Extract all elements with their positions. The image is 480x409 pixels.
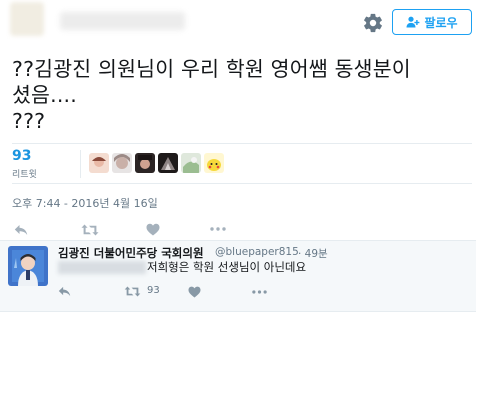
retweet-icon[interactable] (81, 224, 99, 236)
retweet-count[interactable]: 93 (12, 148, 31, 164)
reply-retweet-count[interactable]: 93 (147, 285, 160, 296)
retweeter-avatar[interactable] (158, 153, 178, 173)
reply-tweet[interactable]: 김광진 더불어민주당 국회의원 @bluepaper815 · 49분 저희형은… (0, 240, 476, 312)
more-icon[interactable] (252, 290, 267, 294)
author-name-redacted (60, 12, 185, 30)
follow-label: 팔로우 (424, 15, 458, 30)
empty-area (0, 312, 480, 409)
gear-icon[interactable] (362, 12, 384, 34)
reply-icon[interactable] (14, 224, 28, 236)
tweet-card: 팔로우 ??김광진 의원님이 우리 학원 영어쌤 동생분이 셨음.... ???… (0, 0, 480, 312)
follow-button[interactable]: 팔로우 (392, 9, 472, 35)
divider (12, 183, 472, 184)
reply-actions: 93 (58, 285, 288, 299)
retweeter-avatar[interactable] (112, 153, 132, 173)
tweet-text: ??김광진 의원님이 우리 학원 영어쌤 동생분이 셨음.... ??? (12, 57, 411, 133)
tweet-actions (14, 222, 284, 238)
reply-author-handle[interactable]: @bluepaper815 (215, 246, 299, 258)
reply-icon[interactable] (58, 286, 71, 297)
mention-redacted (58, 261, 146, 274)
divider (80, 150, 81, 178)
tweet-timestamp[interactable]: 오후 7:44 - 2016년 4월 16일 (12, 195, 158, 211)
reply-author-avatar[interactable] (8, 246, 48, 286)
like-icon[interactable] (146, 223, 160, 236)
retweet-icon[interactable] (124, 286, 141, 297)
more-icon[interactable] (210, 227, 226, 231)
retweeter-avatar[interactable] (89, 153, 109, 173)
add-user-icon (406, 16, 420, 28)
author-avatar[interactable] (10, 2, 44, 36)
reply-text: 저희형은 학원 선생님이 아닌데요 (147, 260, 307, 274)
retweet-label: 리트윗 (12, 170, 37, 180)
retweeter-avatar[interactable] (181, 153, 201, 173)
retweeter-avatar[interactable] (135, 153, 155, 173)
like-icon[interactable] (188, 286, 201, 298)
retweeter-avatars (89, 153, 224, 173)
divider (12, 143, 472, 144)
retweeter-avatar[interactable] (204, 153, 224, 173)
